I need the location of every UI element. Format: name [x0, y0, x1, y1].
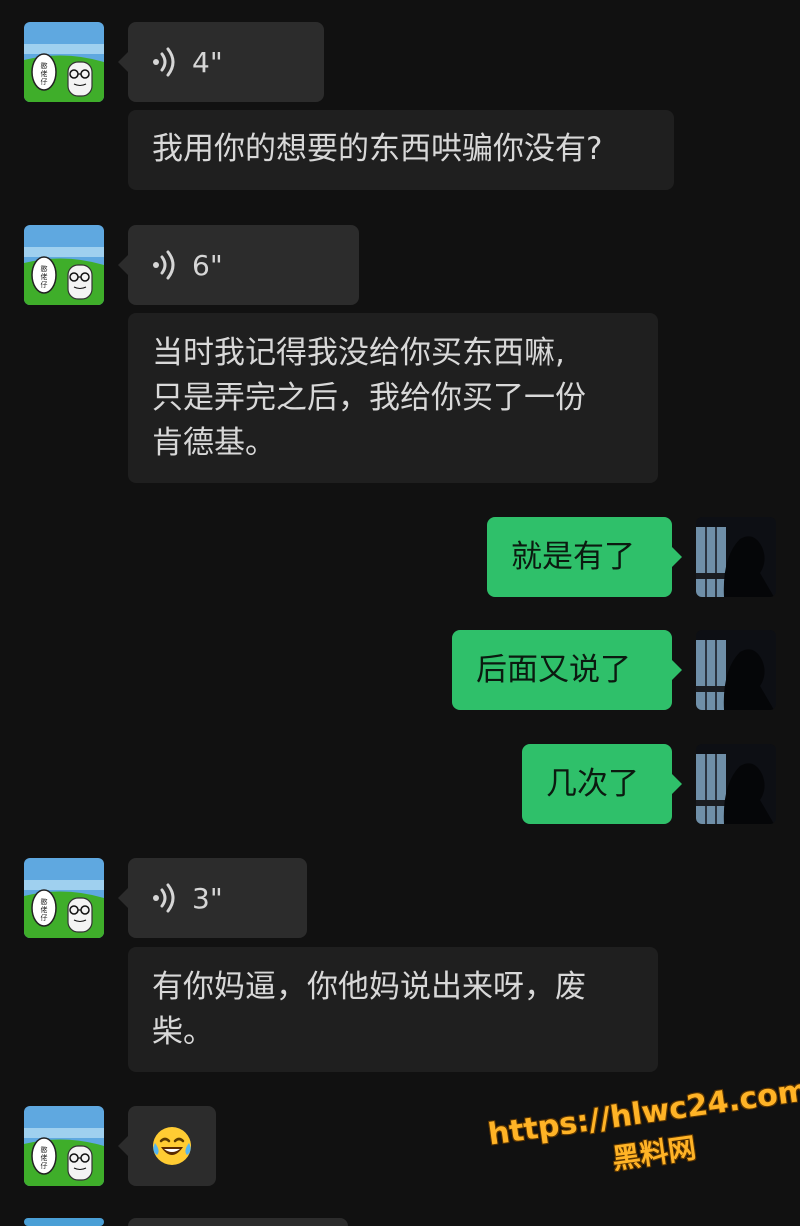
voice-wave-icon: [153, 883, 175, 913]
contact-avatar[interactable]: 憨 佬 仔: [24, 225, 104, 305]
contact-avatar[interactable]: 憨 佬 仔: [24, 22, 104, 102]
text-message-bubble[interactable]: 当时我记得我没给你买东西嘛, 只是弄完之后，我给你买了一份 肯德基。: [128, 313, 658, 483]
voice-message-bubble[interactable]: [128, 1218, 348, 1226]
avatar-image: 憨 佬 仔: [24, 225, 104, 305]
avatar-image: 憨 佬 仔: [24, 858, 104, 938]
svg-text:仔: 仔: [41, 1161, 48, 1170]
contact-avatar[interactable]: [24, 1218, 104, 1226]
avatar-image: [696, 517, 776, 597]
voice-message-bubble[interactable]: 6": [118, 225, 359, 305]
svg-text:憨: 憨: [41, 1145, 48, 1154]
emoji-message-bubble[interactable]: [118, 1106, 216, 1186]
contact-avatar[interactable]: 憨 佬 仔: [24, 1106, 104, 1186]
contact-avatar[interactable]: 憨 佬 仔: [24, 858, 104, 938]
voice-wave-icon: [153, 250, 175, 280]
svg-text:仔: 仔: [41, 77, 48, 86]
svg-text:仔: 仔: [41, 280, 48, 289]
svg-text:憨: 憨: [41, 61, 48, 70]
message-line: 柴。: [152, 1014, 214, 1050]
voice-message-bubble[interactable]: 4": [118, 22, 324, 102]
message-line: 我用你的想要的东西哄骗你没有?: [152, 131, 603, 167]
svg-text:佬: 佬: [41, 69, 48, 78]
avatar-image: [696, 630, 776, 710]
message-line: 有你妈逼，你他妈说出来呀，废: [152, 969, 586, 1005]
voice-message-bubble[interactable]: 3": [118, 858, 307, 938]
message-text: 就是有了: [511, 539, 635, 575]
tears-of-joy-emoji-icon: [153, 1127, 191, 1165]
svg-text:佬: 佬: [41, 272, 48, 281]
avatar-image: [696, 744, 776, 824]
message-line: 当时我记得我没给你买东西嘛,: [152, 335, 565, 371]
voice-duration: 3": [192, 881, 223, 915]
svg-text:佬: 佬: [41, 905, 48, 914]
outgoing-message-bubble[interactable]: 就是有了: [487, 517, 682, 597]
self-avatar[interactable]: [696, 517, 776, 597]
text-message-bubble[interactable]: 有你妈逼，你他妈说出来呀，废 柴。: [128, 947, 658, 1072]
svg-text:佬: 佬: [41, 1153, 48, 1162]
text-message-bubble[interactable]: 我用你的想要的东西哄骗你没有?: [128, 110, 674, 190]
self-avatar[interactable]: [696, 744, 776, 824]
message-text: 后面又说了: [476, 652, 631, 688]
voice-duration: 4": [192, 45, 223, 79]
message-text: 几次了: [546, 766, 639, 802]
avatar-image: 憨 佬 仔: [24, 22, 104, 102]
watermark: https://hlwc24.com 黑料网: [486, 1073, 800, 1194]
voice-wave-icon: [153, 47, 175, 77]
svg-text:憨: 憨: [41, 264, 48, 273]
avatar-image: 憨 佬 仔: [24, 1106, 104, 1186]
outgoing-message-bubble[interactable]: 几次了: [522, 744, 682, 824]
svg-text:仔: 仔: [41, 913, 48, 922]
svg-text:憨: 憨: [41, 897, 48, 906]
message-line: 肯德基。: [152, 425, 276, 461]
message-line: 只是弄完之后，我给你买了一份: [152, 380, 586, 416]
self-avatar[interactable]: [696, 630, 776, 710]
outgoing-message-bubble[interactable]: 后面又说了: [452, 630, 682, 710]
voice-duration: 6": [192, 248, 223, 282]
